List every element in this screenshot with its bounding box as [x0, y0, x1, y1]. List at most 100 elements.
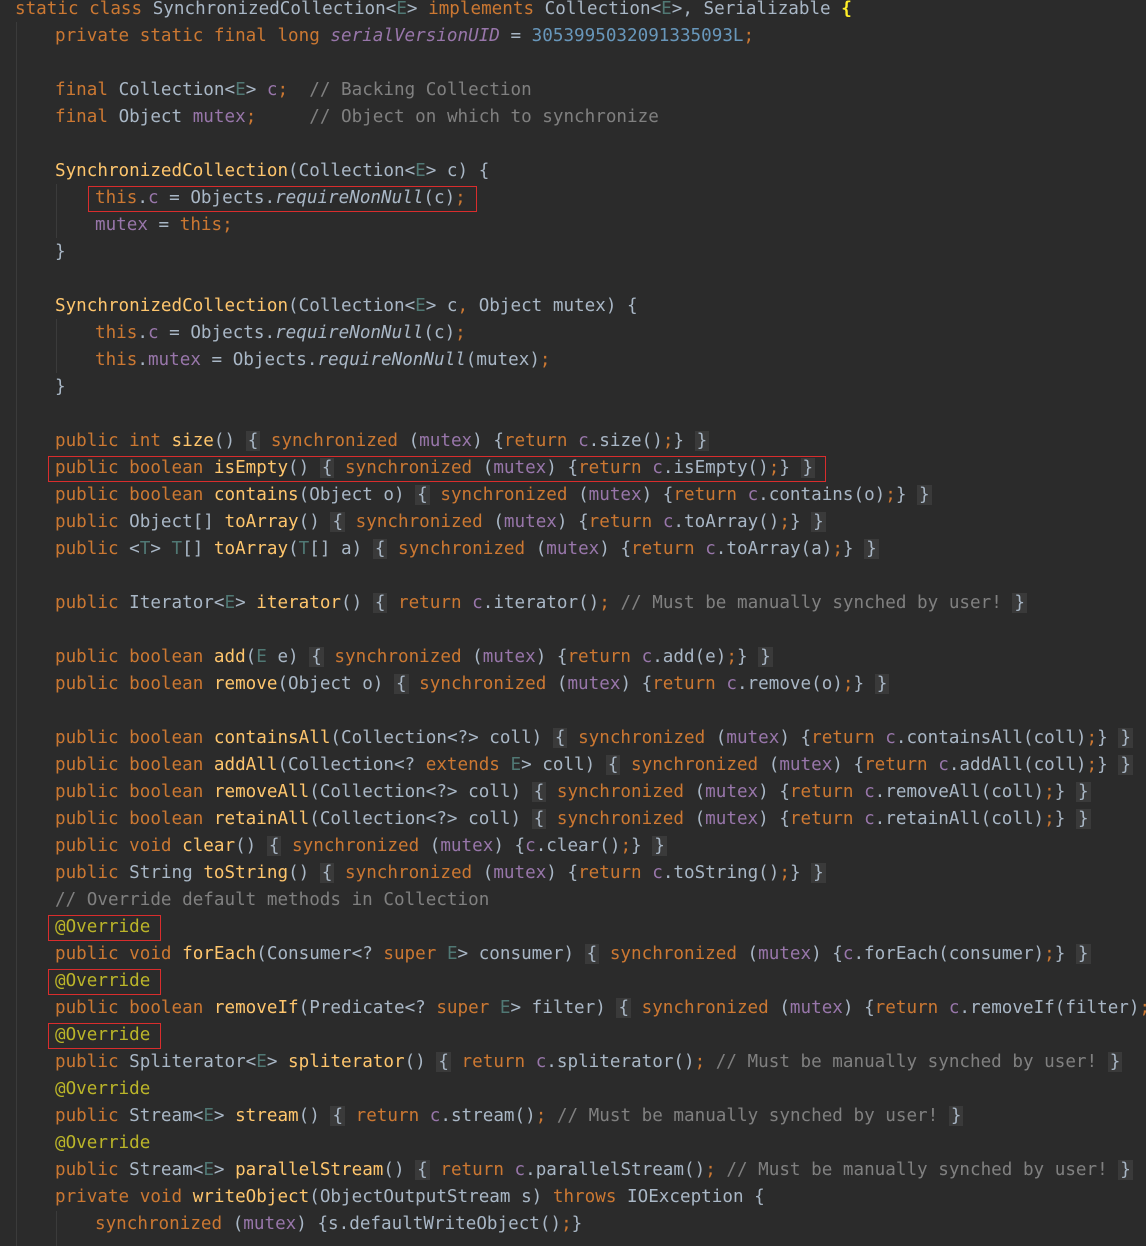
code-line[interactable]: @Override — [55, 968, 150, 995]
code-line[interactable]: public boolean isEmpty() { synchronized … — [55, 455, 816, 482]
code-line[interactable]: public Stream<E> parallelStream() { retu… — [55, 1157, 1133, 1184]
folded-region-marker[interactable]: } — [694, 431, 710, 451]
folded-region-marker[interactable]: } — [1012, 593, 1027, 613]
folded-region-marker[interactable]: } — [874, 674, 890, 694]
folded-region-marker[interactable]: { — [552, 728, 568, 748]
code-token: synchronized — [345, 863, 483, 883]
code-line[interactable]: public Object[] toArray() { synchronized… — [55, 509, 826, 536]
code-token: = — [147, 215, 180, 235]
folded-region-marker[interactable]: { — [330, 512, 346, 532]
code-line[interactable]: @Override — [55, 1130, 150, 1157]
code-token: E — [661, 0, 672, 19]
code-line[interactable]: } — [55, 239, 66, 266]
code-line[interactable]: final Collection<E> c; // Backing Collec… — [55, 77, 532, 104]
code-token: c — [535, 1052, 547, 1072]
folded-region-marker[interactable]: { — [605, 755, 621, 775]
code-line[interactable]: public <T> T[] toArray(T[] a) { synchron… — [55, 536, 879, 563]
folded-region-marker[interactable]: } — [1118, 728, 1133, 748]
code-line[interactable]: synchronized (mutex) {s.defaultWriteObje… — [95, 1211, 582, 1238]
code-line[interactable]: public boolean retainAll(Collection<?> c… — [55, 806, 1091, 833]
code-token: E — [499, 998, 511, 1018]
code-line[interactable]: this.mutex = Objects.requireNonNull(mute… — [95, 347, 551, 374]
code-line[interactable]: private void writeObject(ObjectOutputStr… — [55, 1184, 765, 1211]
code-line[interactable]: SynchronizedCollection(Collection<E> c, … — [55, 293, 638, 320]
code-line[interactable]: public boolean removeIf(Predicate<? supe… — [55, 995, 1146, 1022]
code-token: () — [298, 512, 331, 532]
folded-region-marker[interactable]: } — [1118, 1160, 1133, 1180]
code-line[interactable]: public void forEach(Consumer<? super E> … — [55, 941, 1091, 968]
indent-guide — [56, 319, 57, 373]
folded-region-marker[interactable]: } — [758, 647, 773, 667]
code-line[interactable]: @Override — [55, 914, 150, 941]
code-line[interactable]: public int size() { synchronized (mutex)… — [55, 428, 710, 455]
code-line[interactable]: mutex = this; — [95, 212, 233, 239]
code-line[interactable]: @Override — [55, 1076, 150, 1103]
code-line[interactable]: public Iterator<E> iterator() { return c… — [55, 590, 1027, 617]
code-line[interactable]: this.c = Objects.requireNonNull(c); — [95, 185, 466, 212]
code-line[interactable]: public boolean addAll(Collection<? exten… — [55, 752, 1133, 779]
folded-region-marker[interactable]: { — [372, 593, 388, 613]
code-line[interactable]: } — [55, 374, 66, 401]
code-token: ) { — [641, 485, 674, 505]
code-token: .removeAll(coll) — [874, 782, 1045, 802]
code-token: } — [55, 377, 66, 397]
code-line[interactable]: public boolean containsAll(Collection<?>… — [55, 725, 1133, 752]
code-line[interactable]: public boolean add(E e) { synchronized (… — [55, 644, 773, 671]
code-token: return — [588, 512, 663, 532]
folded-region-marker[interactable]: { — [584, 944, 600, 964]
folded-region-marker[interactable]: { — [436, 1052, 451, 1072]
code-token: super — [436, 998, 500, 1018]
folded-region-marker[interactable]: } — [811, 863, 826, 883]
code-token: >, Serializable — [671, 0, 842, 19]
folded-region-marker[interactable]: { — [531, 782, 547, 802]
folded-region-marker[interactable]: { — [309, 647, 324, 667]
code-line[interactable]: private static final long serialVersionU… — [55, 23, 754, 50]
code-token: // Must be manually synched by user! — [620, 593, 1002, 613]
code-token: ( — [493, 512, 504, 532]
code-line[interactable]: public boolean remove(Object o) { synchr… — [55, 671, 890, 698]
folded-region-marker[interactable]: } — [800, 458, 816, 478]
folded-region-marker[interactable]: } — [652, 836, 667, 856]
folded-region-marker[interactable]: { — [319, 863, 335, 883]
code-token: @Override — [55, 917, 151, 937]
code-line[interactable]: // Override default methods in Collectio… — [55, 887, 489, 914]
folded-region-marker[interactable]: } — [811, 512, 826, 532]
folded-region-marker[interactable]: } — [948, 1106, 964, 1126]
code-line[interactable]: static class SynchronizedCollection<E> i… — [15, 0, 852, 23]
folded-region-marker[interactable]: { — [245, 431, 261, 451]
code-token: spliterator — [288, 1052, 405, 1072]
code-line[interactable]: public void clear() { synchronized (mute… — [55, 833, 667, 860]
folded-region-marker[interactable]: { — [415, 485, 430, 505]
code-line[interactable]: final Object mutex; // Object on which t… — [55, 104, 659, 131]
code-line[interactable]: this.c = Objects.requireNonNull(c); — [95, 320, 466, 347]
code-editor[interactable]: static class SynchronizedCollection<E> i… — [0, 0, 1146, 1246]
folded-region-marker[interactable]: { — [372, 539, 388, 559]
folded-region-marker[interactable]: } — [1107, 1052, 1123, 1072]
folded-region-marker[interactable]: { — [330, 1106, 346, 1126]
folded-region-marker[interactable]: } — [917, 485, 932, 505]
folded-region-marker[interactable]: } — [1075, 809, 1091, 829]
code-line[interactable]: public boolean removeAll(Collection<?> c… — [55, 779, 1091, 806]
code-token: ) { — [472, 431, 504, 451]
code-line[interactable]: public String toString() { synchronized … — [55, 860, 826, 887]
folded-region-marker[interactable]: } — [1075, 944, 1091, 964]
code-line[interactable]: public boolean contains(Object o) { sync… — [55, 482, 932, 509]
folded-region-marker[interactable]: { — [531, 809, 547, 829]
code-line[interactable]: @Override — [55, 1022, 150, 1049]
folded-region-marker[interactable]: { — [266, 836, 282, 856]
code-token: (Consumer<? — [256, 944, 384, 964]
code-token: > c) { — [425, 161, 490, 181]
code-line[interactable]: SynchronizedCollection(Collection<E> c) … — [55, 158, 489, 185]
folded-region-marker[interactable]: } — [1118, 755, 1133, 775]
folded-region-marker[interactable]: { — [616, 998, 632, 1018]
folded-region-marker[interactable]: { — [393, 674, 409, 694]
folded-region-marker[interactable]: { — [319, 458, 335, 478]
code-line[interactable]: public Stream<E> stream() { return c.str… — [55, 1103, 964, 1130]
folded-region-marker[interactable]: } — [864, 539, 879, 559]
code-token: synchronized — [440, 485, 579, 505]
code-line[interactable]: public Spliterator<E> spliterator() { re… — [55, 1049, 1123, 1076]
folded-region-marker[interactable]: { — [415, 1160, 430, 1180]
folded-region-marker[interactable]: } — [1075, 782, 1091, 802]
